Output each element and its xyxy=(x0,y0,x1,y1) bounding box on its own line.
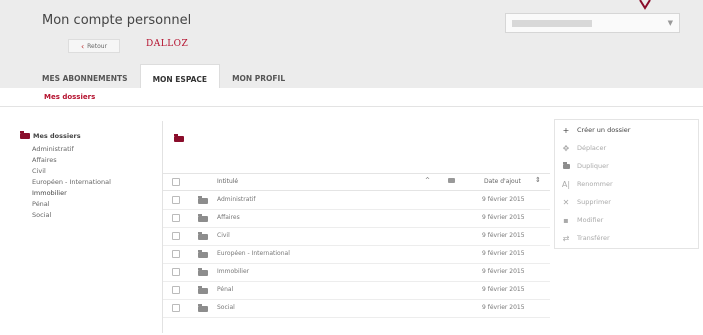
row-checkbox[interactable] xyxy=(172,196,180,204)
folder-icon xyxy=(198,286,208,294)
row-name[interactable]: Civil xyxy=(217,232,230,239)
folder-icon xyxy=(198,250,208,258)
plus-icon: + xyxy=(562,125,570,135)
move-button[interactable]: ✥ Déplacer xyxy=(561,142,607,154)
row-checkbox[interactable] xyxy=(172,268,180,276)
row-date: 9 février 2015 xyxy=(482,304,525,311)
folder-icon xyxy=(561,161,571,171)
tree-root-label: Mes dossiers xyxy=(33,132,81,140)
subnav-mes-dossiers[interactable]: Mes dossiers xyxy=(44,93,95,101)
row-date: 9 février 2015 xyxy=(482,286,525,293)
table-row[interactable]: Immobilier 9 février 2015 xyxy=(163,263,550,282)
tree-item-penal[interactable]: Pénal xyxy=(20,199,111,210)
row-checkbox[interactable] xyxy=(172,304,180,312)
row-date: 9 février 2015 xyxy=(482,250,525,257)
row-checkbox[interactable] xyxy=(172,250,180,258)
tree-root[interactable]: Mes dossiers xyxy=(20,131,111,140)
edit-label: Modifier xyxy=(577,216,604,224)
row-name[interactable]: Social xyxy=(217,304,235,311)
transfer-icon: ⇄ xyxy=(562,233,570,243)
table-row[interactable]: Européen - International 9 février 2015 xyxy=(163,245,550,264)
duplicate-label: Dupliquer xyxy=(577,162,609,170)
tree-item-immobilier[interactable]: Immobilier xyxy=(20,188,111,199)
transfer-button[interactable]: ⇄ Transférer xyxy=(561,232,610,244)
table-row[interactable]: Pénal 9 février 2015 xyxy=(163,281,550,300)
row-date: 9 février 2015 xyxy=(482,232,525,239)
tree-item-affaires[interactable]: Affaires xyxy=(20,155,111,166)
row-name[interactable]: Européen - International xyxy=(217,250,290,257)
table-row[interactable]: Social 9 février 2015 xyxy=(163,299,550,318)
tree-item-europeen-international[interactable]: Européen - International xyxy=(20,177,111,188)
folder-icon xyxy=(198,196,208,204)
sort-toggle-icon[interactable]: ⇕ xyxy=(535,176,541,184)
create-folder-label: Créer un dossier xyxy=(577,126,631,134)
folder-tree: Mes dossiers Administratif Affaires Civi… xyxy=(20,131,111,221)
row-date: 9 février 2015 xyxy=(482,214,525,221)
create-folder-button[interactable]: + Créer un dossier xyxy=(561,124,631,136)
move-label: Déplacer xyxy=(577,144,607,152)
row-checkbox[interactable] xyxy=(172,232,180,240)
tree-item-social[interactable]: Social xyxy=(20,210,111,221)
row-name[interactable]: Immobilier xyxy=(217,268,249,275)
arrow-down-icon xyxy=(639,0,651,10)
duplicate-button[interactable]: Dupliquer xyxy=(561,160,609,172)
delete-label: Supprimer xyxy=(577,198,611,206)
folder-icon xyxy=(20,131,30,139)
row-name[interactable]: Pénal xyxy=(217,286,233,293)
table-row[interactable]: Affaires 9 février 2015 xyxy=(163,209,550,228)
row-checkbox[interactable] xyxy=(172,214,180,222)
rename-button[interactable]: A| Renommer xyxy=(561,178,613,190)
folder-icon xyxy=(198,268,208,276)
table-header: Intitulé ^ Date d'ajout ⇕ xyxy=(163,173,550,191)
folder-icon xyxy=(198,214,208,222)
comment-icon: ▪ xyxy=(563,215,569,225)
select-all-checkbox[interactable] xyxy=(172,178,180,186)
folder-icon xyxy=(198,232,208,240)
column-date[interactable]: Date d'ajout xyxy=(484,178,521,185)
back-button[interactable]: ‹ Retour xyxy=(68,39,120,53)
edit-button[interactable]: ▪ Modifier xyxy=(561,214,603,226)
account-name-blurred xyxy=(512,20,592,27)
transfer-label: Transférer xyxy=(577,234,610,242)
tree-item-civil[interactable]: Civil xyxy=(20,166,111,177)
row-date: 9 février 2015 xyxy=(482,268,525,275)
rename-icon: A| xyxy=(561,179,571,189)
row-date: 9 février 2015 xyxy=(482,196,525,203)
dalloz-logo[interactable]: DALLOZ xyxy=(146,39,188,49)
column-title[interactable]: Intitulé xyxy=(217,178,238,185)
folder-icon xyxy=(198,304,208,312)
comment-icon xyxy=(448,178,455,183)
actions-panel: + Créer un dossier ✥ Déplacer Dupliquer … xyxy=(554,119,699,249)
row-checkbox[interactable] xyxy=(172,286,180,294)
tree-item-administratif[interactable]: Administratif xyxy=(20,144,111,155)
table-row[interactable]: Administratif 9 février 2015 xyxy=(163,191,550,210)
sort-up-icon[interactable]: ^ xyxy=(425,177,430,184)
delete-button[interactable]: ✕ Supprimer xyxy=(561,196,611,208)
page-title: Mon compte personnel xyxy=(42,13,192,28)
back-button-label: Retour xyxy=(87,42,108,50)
row-name[interactable]: Administratif xyxy=(217,196,256,203)
chevron-left-icon: ‹ xyxy=(80,41,85,51)
close-icon: ✕ xyxy=(562,197,570,207)
table-row[interactable]: Civil 9 février 2015 xyxy=(163,227,550,246)
current-folder-icon xyxy=(174,134,184,142)
move-icon: ✥ xyxy=(562,143,570,153)
chevron-down-icon: ▼ xyxy=(667,19,673,27)
row-name[interactable]: Affaires xyxy=(217,214,240,221)
folder-content-panel: Intitulé ^ Date d'ajout ⇕ Administratif … xyxy=(162,121,550,333)
account-dropdown[interactable]: ▼ xyxy=(505,13,680,33)
subnav-bar xyxy=(0,88,703,107)
rename-label: Renommer xyxy=(577,180,613,188)
